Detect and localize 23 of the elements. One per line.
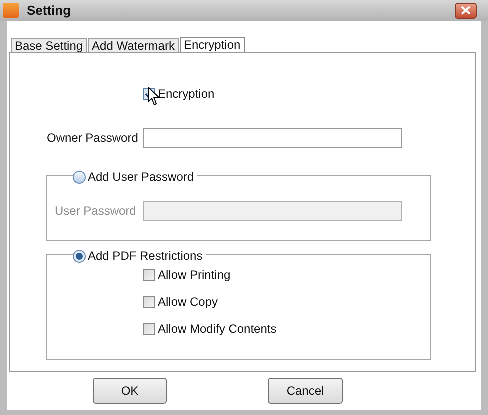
mouse-pointer-icon bbox=[148, 87, 160, 106]
tab[interactable]: Add Watermark bbox=[88, 38, 179, 52]
checkbox[interactable] bbox=[143, 269, 155, 281]
checkbox-label: Allow Modify Contents bbox=[158, 321, 277, 338]
close-button[interactable] bbox=[455, 2, 477, 18]
password-field[interactable] bbox=[143, 128, 402, 148]
app-logo-icon bbox=[3, 3, 19, 18]
window-title: Setting bbox=[27, 2, 72, 20]
field-label: Owner Password bbox=[47, 130, 140, 147]
checkbox-label: Encryption bbox=[158, 86, 215, 103]
checkbox[interactable] bbox=[143, 296, 155, 308]
radio-button[interactable] bbox=[73, 250, 86, 262]
field-label: User Password bbox=[55, 203, 138, 220]
checkbox[interactable] bbox=[143, 323, 155, 335]
checkbox-label: Allow Copy bbox=[158, 294, 218, 311]
cancel-button[interactable]: Cancel bbox=[268, 378, 343, 404]
radio-label: Add User Password bbox=[88, 169, 194, 186]
radio-label: Add PDF Restrictions bbox=[88, 248, 203, 265]
tab[interactable]: Base Setting bbox=[11, 38, 88, 52]
ok-button[interactable]: OK bbox=[93, 378, 167, 404]
checkbox-label: Allow Printing bbox=[158, 267, 231, 284]
close-icon bbox=[461, 6, 471, 15]
tab[interactable]: Encryption bbox=[180, 37, 245, 52]
